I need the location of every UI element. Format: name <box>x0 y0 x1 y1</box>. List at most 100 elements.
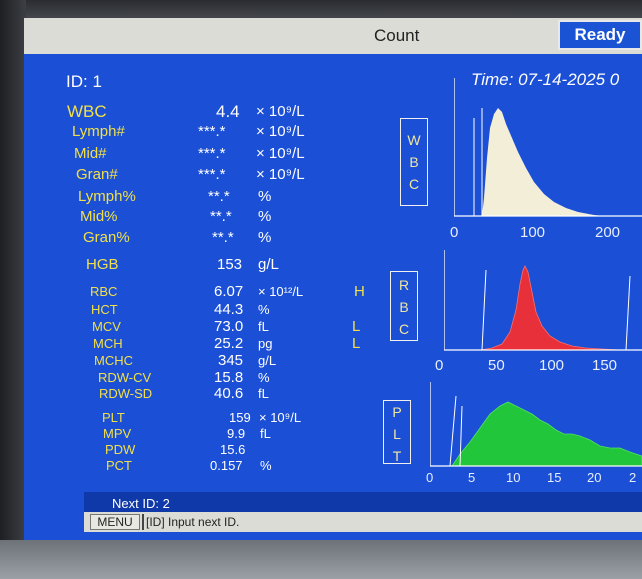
param-unit-hct: % <box>258 302 270 317</box>
param-value-mch: 25.2 <box>214 335 244 352</box>
param-name-gran-pct: Gran% <box>83 229 130 246</box>
param-unit-mch: pg <box>258 336 273 351</box>
param-unit-wbc: × 10⁹/L <box>256 103 305 120</box>
rbc-histogram <box>444 250 642 351</box>
plt-tick-15: 15 <box>547 470 562 485</box>
rbc-label-b: B <box>399 299 409 315</box>
param-value-lymph-count: ***.* <box>198 123 226 140</box>
param-value-hgb: 153 <box>217 256 243 273</box>
wbc-histogram <box>454 78 642 217</box>
wbc-tick-100: 100 <box>520 224 546 241</box>
wbc-tick-200: 200 <box>595 224 621 241</box>
param-unit-hgb: g/L <box>258 256 279 273</box>
monitor-bezel-left <box>0 0 26 579</box>
param-unit-rdw-sd: fL <box>258 386 269 401</box>
monitor-bezel-bottom <box>0 540 642 579</box>
plt-label-l: L <box>393 426 401 442</box>
plt-tick-10: 10 <box>506 470 521 485</box>
next-id-label: Next ID: 2 <box>112 496 170 511</box>
param-unit-mid-pct: % <box>258 208 272 225</box>
param-flag-mcv: L <box>352 318 361 335</box>
plt-tick-25: 2 <box>629 470 637 485</box>
wbc-label-c: C <box>408 176 420 192</box>
param-value-lymph-pct: **.* <box>208 188 230 205</box>
param-name-wbc: WBC <box>67 102 107 121</box>
next-id-bar: Next ID: 2 <box>84 492 642 512</box>
param-name-hgb: HGB <box>86 256 119 273</box>
param-flag-mch: L <box>352 335 361 352</box>
param-value-mchc: 345 <box>218 352 244 369</box>
param-value-mpv: 9.9 <box>227 426 246 441</box>
plt-tick-0: 0 <box>426 470 434 485</box>
wbc-label-b: B <box>409 154 419 170</box>
param-unit-pct: % <box>260 458 272 473</box>
title-bar: Count Ready <box>24 18 642 54</box>
param-unit-rdw-cv: % <box>258 370 270 385</box>
rbc-tick-100: 100 <box>539 357 565 374</box>
param-name-mchc: MCHC <box>94 353 133 368</box>
rbc-label-c: C <box>398 321 410 337</box>
plt-left-guide <box>449 395 457 467</box>
param-name-lymph-count: Lymph# <box>72 123 125 140</box>
param-value-gran-pct: **.* <box>212 229 234 246</box>
param-name-rdw-sd: RDW-SD <box>99 386 153 401</box>
ready-status-badge: Ready <box>558 20 642 50</box>
analyzer-screen: Count Ready ID: 1 Time: 07-14-2025 0 WBC… <box>24 18 642 540</box>
param-value-pdw: 15.6 <box>220 442 246 457</box>
param-unit-rbc: × 10¹²/L <box>258 284 304 299</box>
plt-label-t: T <box>392 448 402 464</box>
param-name-rbc: RBC <box>90 284 118 299</box>
param-value-pct: 0.157 <box>210 458 243 473</box>
status-message: [ID] Input next ID. <box>146 515 240 529</box>
menu-button[interactable]: MENU <box>90 514 140 530</box>
rbc-left-guide <box>481 269 487 351</box>
rbc-label-r: R <box>398 277 410 293</box>
param-unit-mpv: fL <box>260 426 271 441</box>
plt-tick-5: 5 <box>468 470 476 485</box>
param-value-rdw-cv: 15.8 <box>214 369 244 386</box>
param-name-mpv: MPV <box>103 426 132 441</box>
rbc-tick-0: 0 <box>435 357 444 374</box>
window-title: Count <box>374 26 420 45</box>
param-name-mid-pct: Mid% <box>80 208 118 225</box>
param-value-gran-count: ***.* <box>198 166 226 183</box>
param-unit-plt: × 10⁹/L <box>259 410 302 425</box>
param-value-mcv: 73.0 <box>214 318 244 335</box>
param-value-mid-count: ***.* <box>198 145 226 162</box>
wbc-histogram-label: W B C <box>400 118 428 206</box>
param-value-rbc: 6.07 <box>214 283 244 300</box>
param-name-pct: PCT <box>106 458 132 473</box>
rbc-histogram-label: R B C <box>390 271 418 341</box>
plt-histogram-curve <box>451 401 642 467</box>
rbc-right-guide <box>625 275 631 351</box>
plt-label-p: P <box>392 404 402 420</box>
param-value-mid-pct: **.* <box>210 208 232 225</box>
param-name-mid-count: Mid# <box>74 145 107 162</box>
param-value-wbc: 4.4 <box>216 102 240 121</box>
param-unit-mcv: fL <box>258 319 269 334</box>
param-name-plt: PLT <box>102 410 125 425</box>
param-name-mcv: MCV <box>92 319 121 334</box>
status-bar: MENU [ID] Input next ID. <box>84 512 642 532</box>
param-name-rdw-cv: RDW-CV <box>98 370 152 385</box>
param-unit-gran-pct: % <box>258 229 272 246</box>
plt-histogram-label: P L T <box>383 400 411 464</box>
rbc-histogram-curve <box>479 265 621 351</box>
rbc-tick-50: 50 <box>488 357 505 374</box>
param-value-hct: 44.3 <box>214 301 244 318</box>
plt-tick-20: 20 <box>587 470 602 485</box>
param-unit-mchc: g/L <box>258 353 277 368</box>
param-name-lymph-pct: Lymph% <box>78 188 136 205</box>
param-unit-lymph-count: × 10⁹/L <box>256 123 305 140</box>
param-unit-mid-count: × 10⁹/L <box>256 145 305 162</box>
plt-histogram <box>430 382 642 467</box>
wbc-tick-0: 0 <box>450 224 459 241</box>
sample-id: ID: 1 <box>66 72 102 91</box>
status-divider <box>142 514 144 530</box>
param-value-plt: 159 <box>229 410 251 425</box>
param-value-rdw-sd: 40.6 <box>214 385 244 402</box>
wbc-label-w: W <box>407 132 421 148</box>
param-unit-gran-count: × 10⁹/L <box>256 166 305 183</box>
rbc-tick-150: 150 <box>592 357 618 374</box>
param-name-gran-count: Gran# <box>76 166 118 183</box>
